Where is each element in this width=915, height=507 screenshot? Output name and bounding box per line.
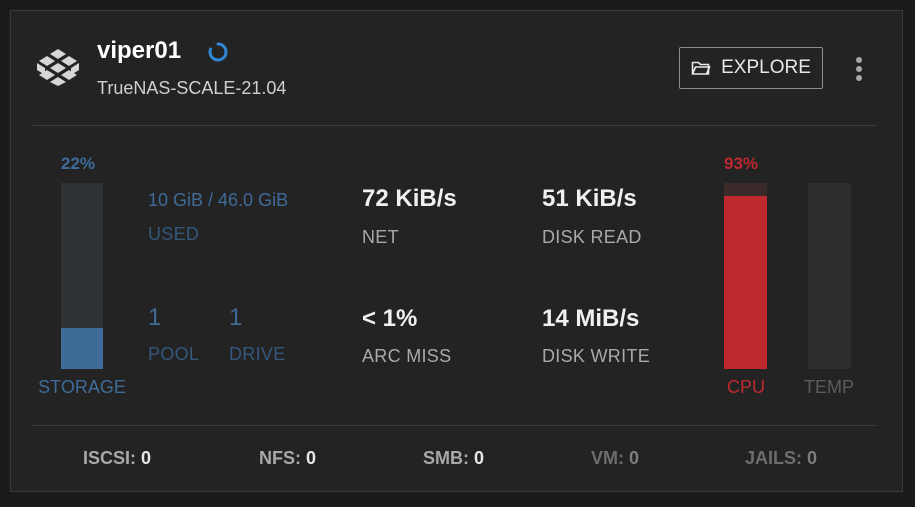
service-vm-value: 0: [629, 448, 640, 468]
disk-read-label: DISK READ: [542, 227, 642, 247]
drive-label: DRIVE: [229, 344, 286, 364]
cpu-percent: 93%: [724, 154, 759, 173]
service-jails-value: 0: [807, 448, 818, 468]
pool-count: 1: [148, 304, 162, 331]
cpu-bar-label: CPU: [726, 377, 765, 397]
net-label: NET: [362, 227, 399, 247]
system-info-card: viper01 TrueNAS-SCALE-21.04 EXPLORE 22% …: [10, 10, 903, 492]
loading-spinner-icon: [208, 42, 228, 62]
service-smb-label: SMB:: [423, 448, 469, 468]
temp-bar-label: TEMP: [803, 377, 854, 397]
service-jails-label: JAILS:: [745, 448, 803, 468]
footer-divider: [33, 425, 877, 426]
storage-used-value: 10 GiB / 46.0 GiB: [148, 190, 289, 210]
disk-write-label: DISK WRITE: [542, 346, 651, 366]
storage-used-label: USED: [148, 224, 200, 244]
service-vm-label: VM:: [591, 448, 624, 468]
service-smb-value: 0: [474, 448, 485, 468]
storage-bar-label: STORAGE: [38, 377, 126, 397]
service-smb: SMB: 0: [423, 448, 484, 469]
cpu-bar-fill: [724, 196, 767, 369]
service-nfs-label: NFS:: [259, 448, 301, 468]
drive-count: 1: [229, 304, 243, 331]
disk-write-value: 14 MiB/s: [542, 305, 640, 332]
system-version: TrueNAS-SCALE-21.04: [97, 78, 287, 98]
storage-bar-fill: [61, 328, 103, 369]
temp-bar: [808, 183, 851, 369]
hostname: viper01: [97, 37, 182, 64]
explore-button-label: EXPLORE: [721, 57, 811, 78]
arc-miss-label: ARC MISS: [362, 346, 452, 366]
folder-open-icon: [691, 61, 711, 75]
service-jails: JAILS: 0: [745, 448, 817, 469]
service-nfs: NFS: 0: [259, 448, 316, 469]
explore-button[interactable]: EXPLORE: [679, 47, 823, 89]
arc-miss-value: < 1%: [362, 305, 418, 332]
truenas-logo-icon: [37, 49, 79, 86]
pool-label: POOL: [148, 344, 200, 364]
more-vertical-icon[interactable]: [849, 55, 869, 83]
storage-percent: 22%: [61, 154, 96, 173]
cpu-bar: [724, 183, 767, 369]
disk-read-value: 51 KiB/s: [542, 185, 637, 212]
service-vm: VM: 0: [591, 448, 639, 469]
storage-bar: [61, 183, 103, 369]
net-value: 72 KiB/s: [362, 185, 457, 212]
service-iscsi: ISCSI: 0: [83, 448, 151, 469]
header-divider: [33, 125, 877, 126]
service-nfs-value: 0: [306, 448, 317, 468]
service-iscsi-value: 0: [141, 448, 152, 468]
service-iscsi-label: ISCSI:: [83, 448, 137, 468]
